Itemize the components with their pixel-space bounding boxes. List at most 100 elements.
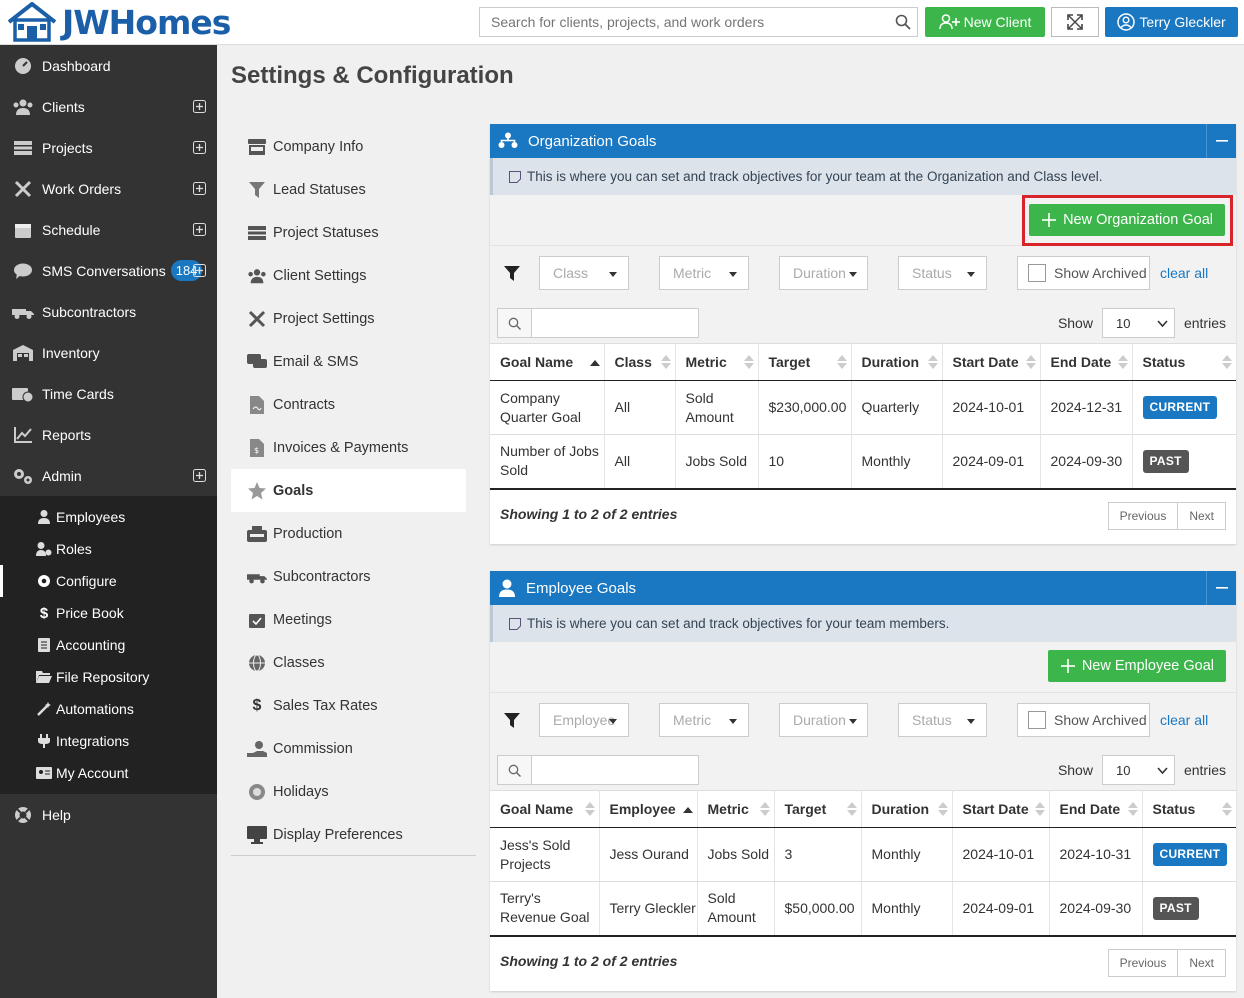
show-archived-checkbox[interactable] [1028, 711, 1046, 729]
column-header-goal-name[interactable]: Goal Name [490, 343, 605, 381]
sidebar-item-automations[interactable]: Automations [0, 693, 217, 725]
table-row[interactable]: Jess's Sold Projects Jess Ourand Jobs So… [490, 827, 1236, 882]
sidebar-item-work-orders[interactable]: Work Orders [0, 168, 217, 209]
employee-filter-dropdown[interactable]: Employee [539, 703, 629, 737]
settings-item-meetings[interactable]: Meetings [231, 598, 476, 641]
entries-select[interactable]: 10 [1101, 755, 1175, 785]
search-icon[interactable] [895, 14, 911, 30]
duration-filter-dropdown[interactable]: Duration [779, 703, 868, 737]
sidebar-item-schedule[interactable]: Schedule [0, 209, 217, 250]
column-header-target[interactable]: Target [758, 343, 852, 381]
brand-logo[interactable]: JWHomes [6, 2, 231, 42]
settings-item-commission[interactable]: Commission [231, 727, 476, 770]
settings-item-display-preferences[interactable]: Display Preferences [231, 813, 476, 856]
table-row[interactable]: Company Quarter Goal All Sold Amount $23… [490, 380, 1236, 435]
column-header-metric[interactable]: Metric [697, 790, 775, 828]
table-search[interactable] [497, 755, 699, 785]
settings-item-subcontractors[interactable]: Subcontractors [231, 555, 476, 598]
new-client-button[interactable]: New Client [925, 7, 1045, 37]
sidebar-item-admin[interactable]: Admin [0, 455, 217, 496]
clear-filters-link[interactable]: clear all [1160, 712, 1208, 728]
new-employee-goal-button[interactable]: New Employee Goal [1047, 650, 1226, 682]
column-header-metric[interactable]: Metric [675, 343, 759, 381]
expand-plus-icon[interactable] [193, 141, 206, 154]
global-search[interactable] [479, 7, 918, 37]
settings-item-company-info[interactable]: Company Info [231, 125, 476, 168]
show-archived-toggle[interactable]: Show Archived [1017, 703, 1150, 737]
previous-page-button[interactable]: Previous [1109, 502, 1179, 529]
show-archived-toggle[interactable]: Show Archived [1017, 256, 1150, 290]
expand-plus-icon[interactable] [193, 100, 206, 113]
settings-item-email-sms[interactable]: Email & SMS [231, 340, 476, 383]
column-header-start-date[interactable]: Start Date [952, 790, 1050, 828]
column-header-employee[interactable]: Employee [599, 790, 698, 828]
global-search-input[interactable] [480, 8, 880, 36]
fullscreen-button[interactable] [1051, 7, 1099, 37]
metric-filter-dropdown[interactable]: Metric [659, 256, 749, 290]
sidebar-item-inventory[interactable]: Inventory [0, 332, 217, 373]
next-page-button[interactable]: Next [1178, 503, 1225, 529]
collapse-panel-button[interactable] [1206, 124, 1236, 158]
target-cell: $230,000.00 [758, 380, 852, 435]
settings-item-sales-tax-rates[interactable]: $ Sales Tax Rates [231, 684, 476, 727]
projects-icon [12, 140, 34, 155]
column-header-target[interactable]: Target [774, 790, 862, 828]
column-header-duration[interactable]: Duration [861, 790, 953, 828]
column-header-goal-name[interactable]: Goal Name [490, 790, 600, 828]
duration-filter-dropdown[interactable]: Duration [779, 256, 868, 290]
table-row[interactable]: Terry's Revenue Goal Terry Gleckler Sold… [490, 881, 1236, 937]
entries-select[interactable]: 10 [1101, 308, 1175, 338]
status-filter-dropdown[interactable]: Status [898, 703, 987, 737]
column-header-end-date[interactable]: End Date [1040, 343, 1133, 381]
settings-item-project-settings[interactable]: Project Settings [231, 297, 476, 340]
sidebar-item-roles[interactable]: Roles [0, 533, 217, 565]
sidebar-item-clients[interactable]: Clients [0, 86, 217, 127]
expand-plus-icon[interactable] [193, 469, 206, 482]
expand-plus-icon[interactable] [193, 223, 206, 236]
next-page-button[interactable]: Next [1178, 950, 1225, 976]
sidebar-item-time-cards[interactable]: Time Cards [0, 373, 217, 414]
settings-item-client-settings[interactable]: Client Settings [231, 254, 476, 297]
sidebar-item-dashboard[interactable]: Dashboard [0, 45, 217, 86]
settings-item-goals[interactable]: Goals [231, 469, 466, 512]
clear-filters-link[interactable]: clear all [1160, 265, 1208, 281]
settings-item-project-statuses[interactable]: Project Statuses [231, 211, 476, 254]
sidebar-item-sms-conversations[interactable]: SMS Conversations 184 [0, 250, 217, 291]
settings-item-invoices-payments[interactable]: $ Invoices & Payments [231, 426, 476, 469]
show-archived-checkbox[interactable] [1028, 264, 1046, 282]
metric-filter-dropdown[interactable]: Metric [659, 703, 749, 737]
settings-item-lead-statuses[interactable]: Lead Statuses [231, 168, 476, 211]
class-filter-dropdown[interactable]: Class [539, 256, 629, 290]
sidebar-item-my-account[interactable]: My Account [0, 757, 217, 789]
sidebar-item-integrations[interactable]: Integrations [0, 725, 217, 757]
expand-plus-icon[interactable] [193, 182, 206, 195]
settings-item-classes[interactable]: Classes [231, 641, 476, 684]
table-search[interactable] [497, 308, 699, 338]
column-header-status[interactable]: Status [1142, 790, 1236, 828]
column-header-class[interactable]: Class [604, 343, 676, 381]
settings-item-production[interactable]: Production [231, 512, 476, 555]
column-header-end-date[interactable]: End Date [1049, 790, 1143, 828]
sidebar-item-configure[interactable]: Configure [0, 565, 217, 597]
table-row[interactable]: Number of Jobs Sold All Jobs Sold 10 Mon… [490, 434, 1236, 490]
user-menu-button[interactable]: Terry Gleckler [1105, 7, 1238, 37]
status-filter-dropdown[interactable]: Status [898, 256, 987, 290]
sidebar-item-subcontractors[interactable]: Subcontractors [0, 291, 217, 332]
sidebar-item-accounting[interactable]: Accounting [0, 629, 217, 661]
collapse-panel-button[interactable] [1206, 571, 1236, 605]
expand-plus-icon[interactable] [193, 264, 206, 277]
sidebar-item-file-repository[interactable]: File Repository [0, 661, 217, 693]
settings-item-label: Holidays [273, 783, 329, 800]
sidebar-item-reports[interactable]: Reports [0, 414, 217, 455]
settings-item-holidays[interactable]: Holidays [231, 770, 476, 813]
sidebar-item-employees[interactable]: Employees [0, 501, 217, 533]
settings-item-contracts[interactable]: Contracts [231, 383, 476, 426]
class-cell: All [604, 380, 676, 435]
sidebar-item-projects[interactable]: Projects [0, 127, 217, 168]
previous-page-button[interactable]: Previous [1109, 949, 1179, 976]
column-header-start-date[interactable]: Start Date [942, 343, 1041, 381]
sidebar-item-price-book[interactable]: $ Price Book [0, 597, 217, 629]
column-header-status[interactable]: Status [1132, 343, 1236, 381]
sidebar-item-help[interactable]: Help [0, 794, 217, 835]
column-header-duration[interactable]: Duration [851, 343, 943, 381]
